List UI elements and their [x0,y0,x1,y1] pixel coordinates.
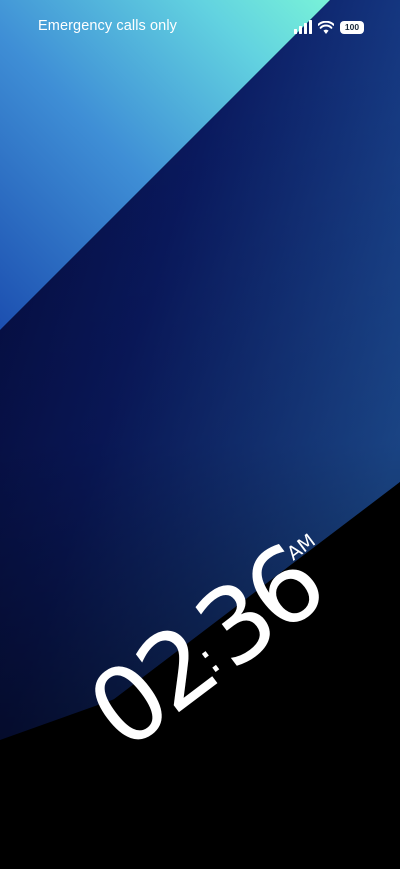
wifi-icon [318,20,334,34]
status-bar: Emergency calls only 100 [0,0,400,54]
carrier-status-text: Emergency calls only [38,18,177,34]
wallpaper [0,0,400,869]
signal-icon [294,20,312,34]
battery-icon: 100 [340,20,364,34]
status-icons: 100 [294,17,364,37]
battery-level: 100 [344,21,360,32]
